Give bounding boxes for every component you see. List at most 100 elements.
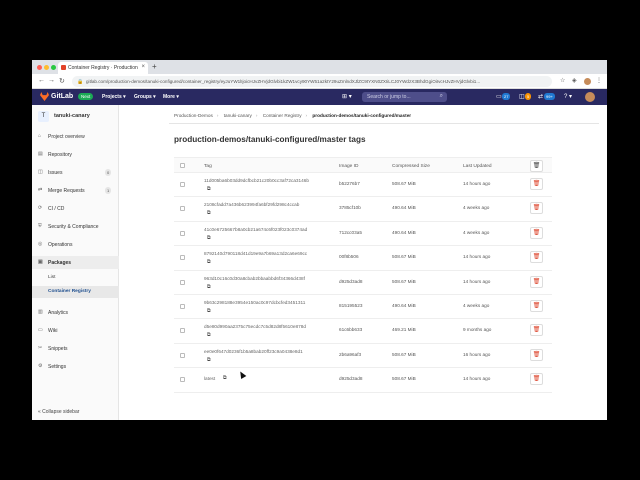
brand-name[interactable]: GitLab bbox=[51, 93, 73, 100]
sidebar-item-repository[interactable]: ▤ Repository bbox=[32, 148, 119, 161]
profile-icon[interactable] bbox=[584, 78, 591, 85]
copy-icon[interactable]: ⧉ bbox=[223, 375, 227, 381]
delete-icon[interactable]: 🗑 bbox=[530, 178, 543, 190]
copy-icon[interactable]: ⧉ bbox=[207, 308, 211, 314]
issues-count: 5 bbox=[525, 93, 532, 100]
row-checkbox[interactable] bbox=[180, 377, 185, 383]
copy-icon[interactable]: ⧉ bbox=[207, 259, 211, 265]
copy-icon[interactable]: ⧉ bbox=[207, 210, 211, 216]
table-row: 8792140d790118d41d19e9a7b69a13d2ca6e69cc… bbox=[174, 246, 552, 271]
copy-icon[interactable]: ⧉ bbox=[207, 332, 211, 338]
row-checkbox[interactable] bbox=[180, 279, 185, 285]
row-checkbox[interactable] bbox=[180, 230, 185, 236]
scissors-icon: ✂ bbox=[38, 345, 43, 351]
delete-icon[interactable]: 🗑 bbox=[530, 226, 543, 239]
sidebar-subitem-container-registry[interactable]: Container Registry bbox=[32, 286, 119, 298]
breadcrumb-group[interactable]: Production-Demos bbox=[174, 113, 213, 118]
image-id: 712cc03a5 bbox=[339, 229, 362, 235]
sidebar-item-settings[interactable]: ⚙ Settings bbox=[32, 360, 119, 373]
url-field[interactable]: 🔒 gitlab.com/production-demos/tanuki-con… bbox=[72, 76, 552, 87]
header-image-id: Image ID bbox=[339, 164, 359, 169]
user-avatar[interactable] bbox=[585, 92, 595, 102]
delete-icon[interactable]: 🗑 bbox=[530, 324, 543, 337]
image-id: 3785cf10b bbox=[339, 205, 361, 211]
nav-more[interactable]: More ▾ bbox=[163, 94, 179, 100]
plus-menu-icon[interactable]: ⊞ ▾ bbox=[342, 93, 352, 100]
back-icon[interactable]: ← bbox=[38, 77, 45, 84]
row-checkbox[interactable] bbox=[180, 328, 185, 334]
project-avatar: T bbox=[38, 111, 49, 122]
image-id: b52276b7 bbox=[339, 181, 360, 186]
copy-icon[interactable]: ⧉ bbox=[207, 357, 211, 363]
copy-icon[interactable]: ⧉ bbox=[207, 235, 211, 241]
sidebar-item-security[interactable]: ⛨ Security & Compliance bbox=[32, 220, 119, 233]
search-icon: ⌕ bbox=[439, 93, 443, 99]
last-updated: 14 hours ago bbox=[463, 181, 491, 186]
table-row: 2108cfadd7a436b623994fa6bf29fd298c4ccab … bbox=[174, 197, 552, 222]
nav-groups[interactable]: Groups ▾ bbox=[134, 94, 156, 100]
delete-icon[interactable]: 🗑 bbox=[530, 348, 543, 361]
last-updated: 4 weeks ago bbox=[463, 229, 490, 235]
sidebar-item-snippets[interactable]: ✂ Snippets bbox=[32, 342, 119, 355]
main-content: Production-Demos › tanuki-canary › Contain… bbox=[119, 105, 607, 420]
gitlab-favicon-icon bbox=[61, 65, 66, 70]
copy-icon[interactable]: ⧉ bbox=[207, 186, 211, 192]
row-checkbox[interactable] bbox=[180, 255, 185, 261]
sidebar-item-merge-requests[interactable]: ⇄ Merge Requests 1 bbox=[32, 184, 119, 197]
merge-requests-icon[interactable]: ⇄ bbox=[538, 93, 543, 100]
delete-icon[interactable]: 🗑 bbox=[530, 275, 543, 288]
address-bar-row: ← → ↻ 🔒 gitlab.com/production-demos/tanu… bbox=[32, 74, 607, 89]
next-badge[interactable]: Next bbox=[78, 93, 94, 100]
breadcrumb-project[interactable]: tanuki-canary bbox=[224, 113, 252, 118]
star-icon[interactable]: ☆ bbox=[560, 77, 565, 84]
delete-icon[interactable]: 🗑 bbox=[530, 373, 543, 386]
delete-icon[interactable]: 🗑 bbox=[530, 251, 543, 264]
sidebar-item-issues[interactable]: ◫ Issues 0 bbox=[32, 166, 119, 179]
delete-icon[interactable]: 🗑 bbox=[530, 300, 543, 312]
extension-icon[interactable]: ◈ bbox=[572, 77, 577, 84]
new-tab-button[interactable]: + bbox=[152, 62, 157, 71]
compressed-size: 490.64 MiB bbox=[392, 303, 416, 308]
gitlab-logo-icon[interactable] bbox=[40, 92, 49, 101]
browser-window: Container Registry · Production × + ← → … bbox=[32, 60, 607, 420]
help-icon[interactable]: ? ▾ bbox=[564, 93, 572, 100]
row-checkbox[interactable] bbox=[180, 352, 185, 358]
select-all-checkbox[interactable] bbox=[180, 163, 185, 168]
sidebar-item-operations[interactable]: ◎ Operations bbox=[32, 238, 119, 251]
close-window-icon[interactable] bbox=[37, 65, 42, 70]
search-input[interactable]: Search or jump to... ⌕ bbox=[362, 92, 447, 102]
breadcrumb-container-registry[interactable]: Container Registry bbox=[263, 113, 302, 118]
browser-tab[interactable]: Container Registry · Production × bbox=[58, 62, 148, 74]
merge-requests-count: 99+ bbox=[544, 93, 555, 100]
sidebar-item-ci-cd[interactable]: ⟳ CI / CD bbox=[32, 202, 119, 215]
minimize-window-icon[interactable] bbox=[44, 65, 49, 70]
reload-icon[interactable]: ↻ bbox=[59, 77, 65, 85]
todos-count: 27 bbox=[502, 93, 511, 100]
copy-icon[interactable]: ⧉ bbox=[207, 284, 211, 290]
tab-close-icon[interactable]: × bbox=[141, 64, 145, 70]
bulk-delete-icon[interactable]: 🗑 bbox=[530, 160, 543, 172]
todos-icon[interactable]: ▭ bbox=[496, 93, 502, 100]
delete-icon[interactable]: 🗑 bbox=[530, 202, 543, 215]
row-checkbox[interactable] bbox=[180, 206, 185, 212]
issues-icon: ◫ bbox=[38, 169, 43, 175]
sidebar-item-packages[interactable]: ▣ Packages bbox=[32, 256, 119, 269]
compressed-size: 508.67 MiB bbox=[392, 376, 416, 382]
row-checkbox[interactable] bbox=[180, 182, 185, 187]
menu-icon[interactable]: ⋮ bbox=[596, 77, 602, 84]
sidebar-item-wiki[interactable]: ▭ Wiki bbox=[32, 324, 119, 337]
image-id: d925d3ad8 bbox=[339, 376, 363, 382]
forward-icon[interactable]: → bbox=[48, 77, 55, 84]
sidebar-subitem-list[interactable]: List bbox=[32, 272, 119, 284]
image-id: 61c6bb633 bbox=[339, 327, 363, 333]
collapse-sidebar-button[interactable]: « Collapse sidebar bbox=[32, 405, 119, 418]
tab-title: Container Registry · Production bbox=[68, 65, 138, 71]
breadcrumb-current[interactable]: production-demos/tanuki-configured/maste… bbox=[312, 113, 411, 118]
issues-icon[interactable]: ◫ bbox=[519, 93, 525, 100]
sidebar-item-analytics[interactable]: ▥ Analytics bbox=[32, 306, 119, 319]
row-checkbox[interactable] bbox=[180, 304, 185, 309]
maximize-window-icon[interactable] bbox=[51, 65, 56, 70]
sidebar-project[interactable]: T tanuki-canary bbox=[36, 110, 116, 124]
nav-projects[interactable]: Projects ▾ bbox=[102, 94, 126, 100]
sidebar-item-project-overview[interactable]: ⌂ Project overview bbox=[32, 130, 119, 143]
